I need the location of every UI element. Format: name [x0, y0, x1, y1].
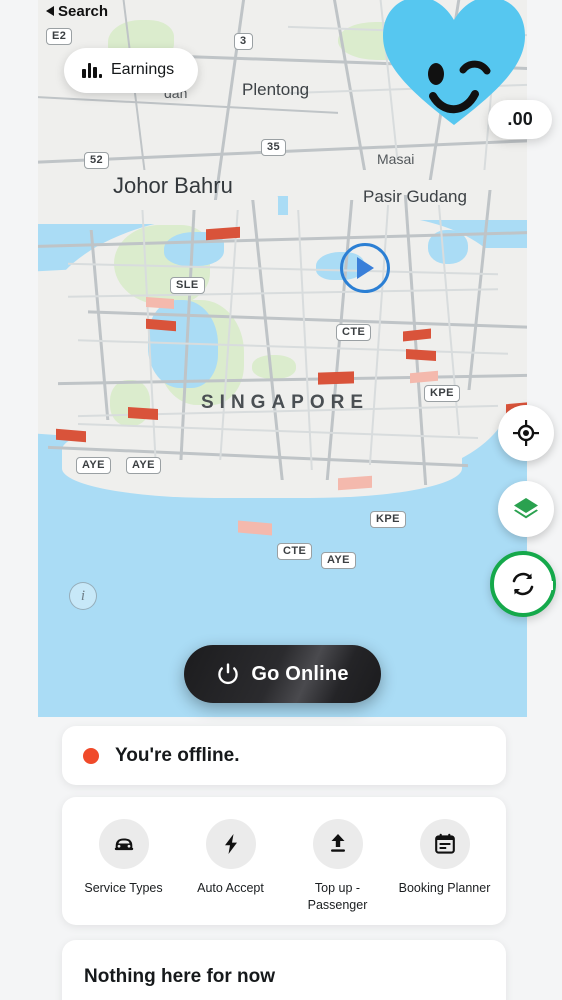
power-icon	[218, 663, 239, 685]
place-label-singapore: SINGAPORE	[201, 392, 370, 413]
route-shield-aye-1: AYE	[76, 457, 111, 475]
route-shield-cte-2: CTE	[277, 543, 313, 561]
feed-title: Nothing here for now	[84, 966, 276, 987]
route-shield-cte: CTE	[336, 324, 372, 342]
route-shield-e2: E2	[46, 28, 73, 46]
route-shield-aye-3: AYE	[321, 552, 356, 570]
route-shield-kpe-2: KPE	[370, 511, 406, 529]
go-online-button[interactable]: Go Online	[184, 645, 381, 703]
earnings-label: Earnings	[111, 61, 175, 78]
quick-action-label: Top up - Passenger	[307, 881, 368, 912]
quick-action-booking-planner[interactable]: Booking Planner	[395, 819, 495, 897]
status-badge	[83, 747, 99, 764]
quick-action-label: Service Types	[84, 881, 163, 895]
quick-action-label: Auto Accept	[197, 881, 264, 895]
feed-empty-card: Nothing here for now	[62, 940, 506, 1000]
upload-arrow-icon	[312, 819, 363, 869]
calendar-icon	[419, 819, 470, 869]
place-label-plentong: Plentong	[242, 80, 310, 99]
lightning-bolt-icon	[205, 819, 256, 869]
back-triangle-icon	[46, 6, 54, 16]
bar-chart-icon	[82, 62, 102, 78]
quick-actions-card: Service Types Auto Accept Top up - Passe…	[62, 797, 506, 925]
route-shield-3: 3	[234, 33, 253, 51]
back-label: Search	[58, 2, 109, 20]
back-to-search-button[interactable]: Search	[46, 3, 108, 20]
route-shield-kpe: KPE	[424, 385, 460, 403]
place-label-johor-bahru: Johor Bahru	[113, 173, 233, 198]
refresh-sync-icon[interactable]	[490, 551, 556, 617]
earnings-button[interactable]: Earnings	[64, 48, 199, 93]
go-online-label: Go Online	[251, 662, 349, 685]
place-label-pasir-gudang: Pasir Gudang	[363, 187, 467, 206]
quick-action-auto-accept[interactable]: Auto Accept	[181, 819, 281, 897]
locate-crosshair-icon[interactable]	[498, 405, 554, 461]
quick-action-label: Booking Planner	[398, 881, 491, 895]
route-shield-35: 35	[261, 139, 287, 157]
info-icon[interactable]: i	[69, 582, 97, 610]
place-label-masai: Masai	[377, 151, 415, 167]
route-shield-aye-2: AYE	[126, 457, 161, 475]
navigation-play-arrow-icon[interactable]	[340, 243, 390, 293]
map-layers-icon[interactable]	[498, 481, 554, 537]
car-icon	[98, 819, 149, 869]
quick-action-service-types[interactable]: Service Types	[74, 819, 174, 897]
offline-status-card[interactable]: You're offline.	[62, 726, 506, 785]
status-bar: Search	[0, 0, 562, 22]
status-text: You're offline.	[115, 744, 240, 766]
route-shield-sle: SLE	[170, 277, 205, 295]
quick-action-top-up-passenger[interactable]: Top up - Passenger	[288, 819, 388, 913]
route-shield-52: 52	[84, 152, 110, 170]
